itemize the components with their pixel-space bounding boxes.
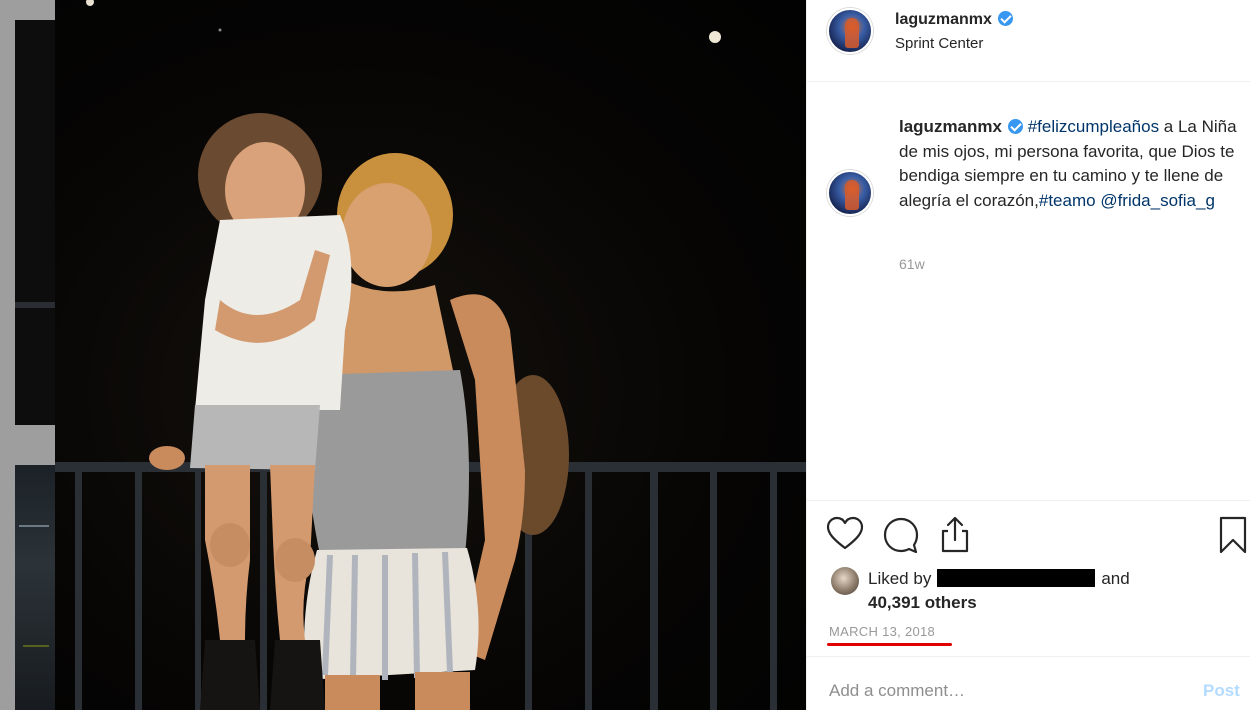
avatar[interactable] bbox=[827, 8, 873, 54]
avatar[interactable] bbox=[831, 567, 859, 595]
time-ago-link[interactable]: 61w bbox=[899, 256, 925, 272]
verified-badge-icon bbox=[997, 11, 1013, 26]
caption-text: laguzmanmx #felizcumpleaños a La Niña de… bbox=[899, 115, 1250, 213]
post-date[interactable]: MARCH 13, 2018 bbox=[829, 624, 935, 639]
caption-username-link[interactable]: laguzmanmx bbox=[899, 117, 1002, 136]
post-comment-button[interactable]: Post bbox=[1203, 681, 1240, 701]
post-header: laguzmanmx Sprint Center bbox=[807, 0, 1250, 82]
post-panel: laguzmanmx Sprint Center laguzmanmx #fel… bbox=[806, 0, 1250, 710]
redacted-username bbox=[937, 569, 1096, 587]
username-link[interactable]: laguzmanmx bbox=[895, 11, 1013, 29]
actions-section: Liked by and 40,391 others MARCH 13, 2018 bbox=[807, 500, 1250, 656]
heart-icon[interactable] bbox=[825, 515, 865, 555]
bookmark-icon[interactable] bbox=[1213, 515, 1250, 555]
liked-by-label: Liked by bbox=[868, 569, 932, 588]
comment-icon[interactable] bbox=[881, 515, 921, 555]
likes-and-label: and bbox=[1101, 569, 1130, 588]
share-icon[interactable] bbox=[935, 515, 975, 555]
red-underline-annotation bbox=[827, 643, 952, 646]
comment-input[interactable] bbox=[829, 681, 1169, 701]
photo-illustration bbox=[55, 0, 806, 710]
hashtag-link[interactable]: #felizcumpleaños bbox=[1028, 117, 1159, 136]
background-thumbnail bbox=[15, 20, 55, 425]
mention-link[interactable]: @frida_sofia_g bbox=[1100, 191, 1215, 210]
comment-composer: Post bbox=[807, 656, 1250, 710]
background-page bbox=[0, 0, 55, 710]
post-photo[interactable] bbox=[55, 0, 806, 710]
likes-count-link[interactable]: 40,391 others bbox=[868, 591, 977, 615]
background-thumbnail bbox=[15, 465, 55, 710]
avatar[interactable] bbox=[827, 170, 873, 216]
verified-badge-icon bbox=[1007, 119, 1023, 134]
location-link[interactable]: Sprint Center bbox=[895, 35, 983, 52]
hashtag-link[interactable]: #teamo bbox=[1039, 191, 1096, 210]
